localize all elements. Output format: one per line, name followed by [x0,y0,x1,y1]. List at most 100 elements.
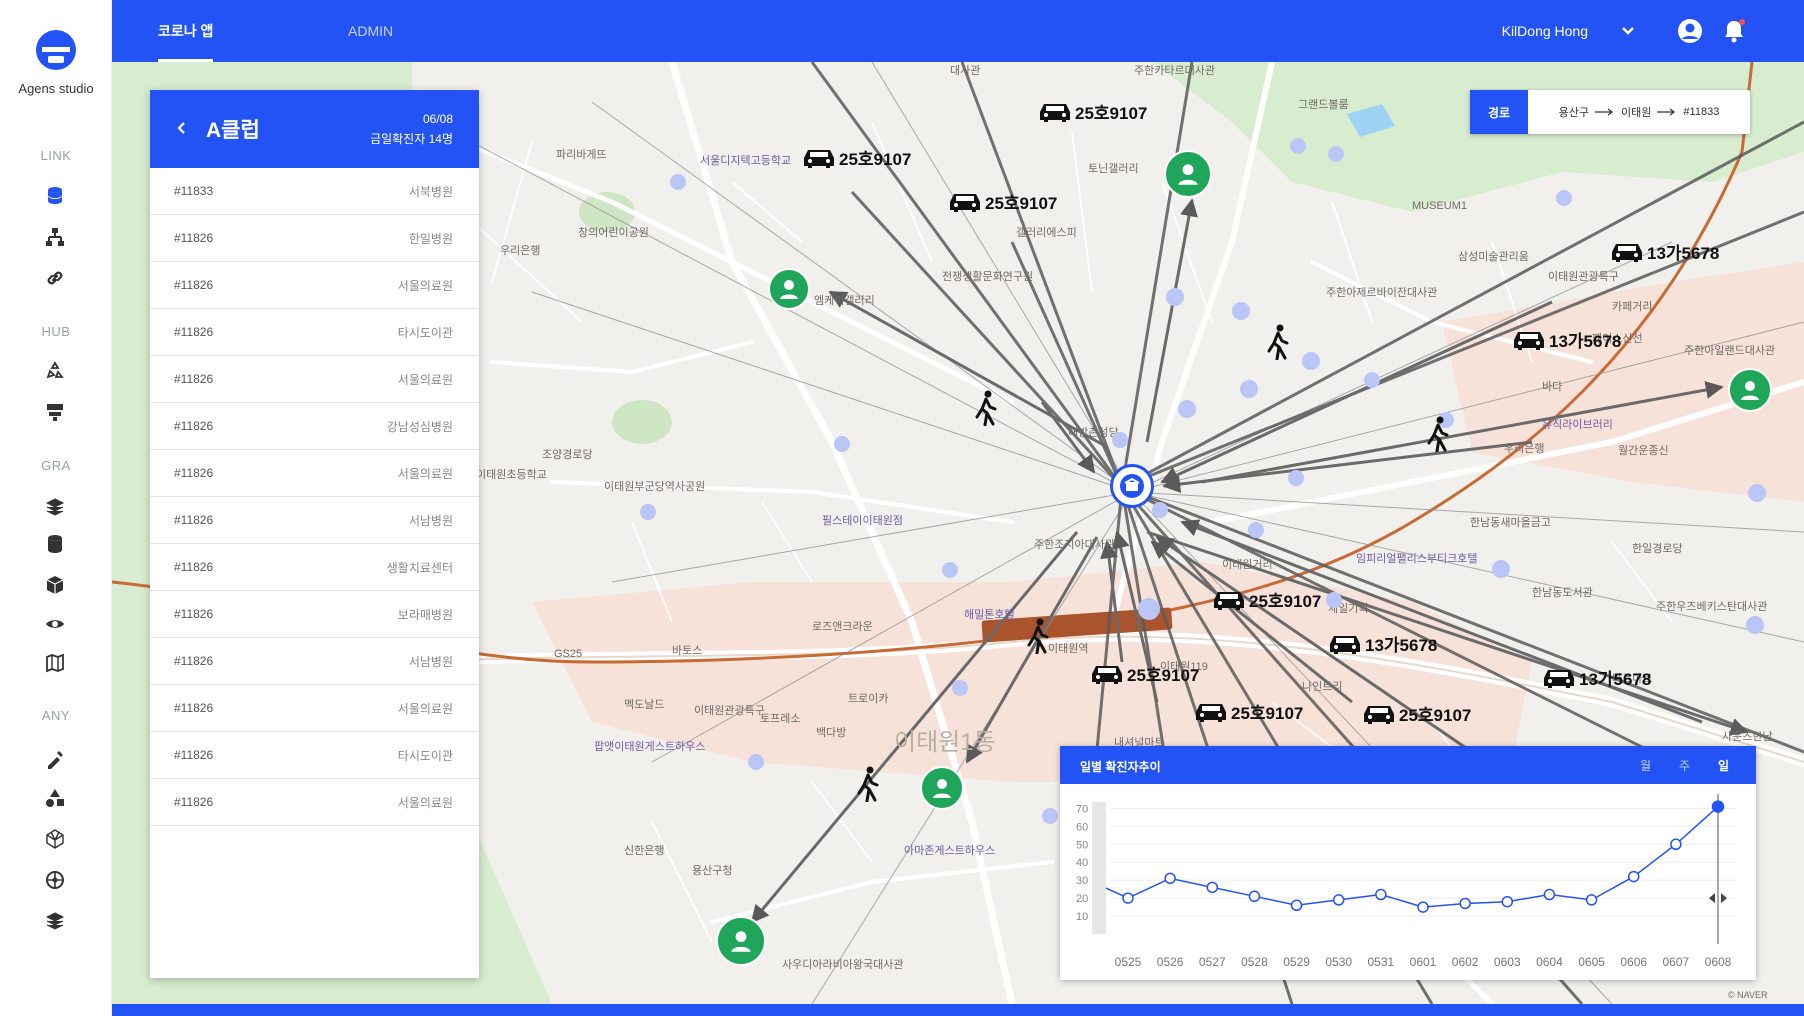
case-list-item[interactable]: #11826 서울의료원 [150,450,479,497]
case-list-item[interactable]: #11826 강남성심병원 [150,403,479,450]
map-node[interactable] [1248,522,1264,538]
map-icon[interactable] [42,650,68,676]
map-node[interactable] [1556,190,1572,206]
hub-club-node[interactable] [1110,464,1154,508]
vehicle-marker[interactable]: 25호9107 [948,188,1057,214]
map-node[interactable] [1240,380,1258,398]
map-node[interactable] [1328,146,1344,162]
stack-icon[interactable] [42,531,68,557]
route-to[interactable]: #11833 [1683,106,1719,118]
case-list-item[interactable]: #11826 타시도이관 [150,309,479,356]
shapes-icon[interactable] [42,785,68,811]
map-node[interactable] [670,174,686,190]
map-node[interactable] [1042,808,1058,824]
walking-person-icon[interactable] [1424,416,1452,452]
map-node[interactable] [1326,592,1342,608]
database-icon[interactable] [42,183,68,209]
user-menu-chevron-down-icon[interactable] [1614,17,1642,45]
hub-board-icon[interactable] [42,399,68,425]
map-node[interactable] [640,504,656,520]
case-list-item[interactable]: #11826 생활치료센터 [150,544,479,591]
map-node[interactable] [1288,470,1304,486]
recycle-icon[interactable] [42,358,68,384]
back-chevron-left-icon[interactable] [170,116,194,140]
map-node[interactable] [1232,302,1250,320]
layers-stack-icon[interactable] [42,908,68,934]
map-node[interactable] [1492,560,1510,578]
map-node[interactable] [1166,288,1184,306]
vehicle-marker[interactable]: 13가5678 [1328,630,1437,656]
map-node[interactable] [748,754,764,770]
vehicle-marker[interactable]: 13가5678 [1512,326,1621,352]
walking-person-icon[interactable] [854,766,882,802]
link-icon[interactable] [42,265,68,291]
app-logo[interactable]: Agens studio [0,28,112,96]
vehicle-marker[interactable]: 25호9107 [802,144,911,170]
eye-icon[interactable] [42,611,68,637]
tab-admin[interactable]: ADMIN [348,0,393,62]
map-node[interactable] [1178,400,1196,418]
period-month-tab[interactable]: 월 [1640,757,1651,774]
case-id: #11826 [174,325,214,339]
case-list-item[interactable]: #11826 서남병원 [150,497,479,544]
person-node[interactable] [768,268,810,310]
layers-icon[interactable] [42,494,68,520]
vehicle-marker[interactable]: 13가5678 [1610,238,1719,264]
tab-corona-app[interactable]: 코로나 앱 [158,0,214,62]
case-list-item[interactable]: #11826 서남병원 [150,638,479,685]
map-label: 해방촌성당 [1068,427,1119,439]
vehicle-marker[interactable]: 25호9107 [1090,660,1199,686]
case-list-item[interactable]: #11833 서북병원 [150,168,479,215]
vehicle-marker[interactable]: 25호9107 [1038,98,1147,124]
case-hospital: 서울의료원 [397,278,453,293]
x-tick-label: 0608 [1705,955,1732,969]
map-node[interactable] [1302,352,1320,370]
person-node[interactable] [1164,150,1212,198]
x-tick-label: 0603 [1494,955,1521,969]
map-node[interactable] [1112,432,1128,448]
map-node[interactable] [1290,138,1306,154]
vehicle-marker[interactable]: 25호9107 [1194,698,1303,724]
map-label: 이태원거리 [1222,559,1273,571]
period-week-tab[interactable]: 주 [1679,757,1690,774]
walking-person-icon[interactable] [1264,324,1292,360]
user-name[interactable]: KilDong Hong [1502,0,1588,62]
map-node[interactable] [1152,502,1168,518]
person-node[interactable] [920,766,964,810]
case-list-item[interactable]: #11826 한일병원 [150,215,479,262]
map-label: 로즈앤크라운 [812,621,873,633]
person-node[interactable] [1728,368,1772,412]
map-node[interactable] [834,436,850,452]
vehicle-marker[interactable]: 25호9107 [1212,586,1321,612]
wheel-icon[interactable] [42,867,68,893]
map-node[interactable] [942,562,958,578]
vehicle-marker[interactable]: 13가5678 [1542,664,1651,690]
case-list-item[interactable]: #11826 서울의료원 [150,356,479,403]
vehicle-marker[interactable]: 25호9107 [1362,700,1471,726]
case-list-item[interactable]: #11826 서울의료원 [150,779,479,826]
period-day-tab[interactable]: 일 [1718,757,1729,774]
case-list-item[interactable]: #11826 서울의료원 [150,685,479,732]
network-icon[interactable] [42,224,68,250]
map-node[interactable] [952,680,968,696]
walking-person-icon[interactable] [972,390,1000,426]
vehicle-label: 25호9107 [1231,703,1304,723]
cube-icon[interactable] [42,572,68,598]
route-from[interactable]: 용산구 [1559,104,1589,120]
map-node[interactable] [1138,598,1160,620]
polyhedron-icon[interactable] [42,826,68,852]
user-avatar-icon[interactable] [1676,17,1704,45]
map-node[interactable] [1748,484,1766,502]
route-mid[interactable]: 이태원 [1621,104,1651,120]
case-list-item[interactable]: #11826 타시도이관 [150,732,479,779]
person-node[interactable] [716,916,766,966]
route-breadcrumb[interactable]: 경로 용산구 이태원 #11833 [1470,90,1750,134]
case-list-item[interactable]: #11826 보라매병원 [150,591,479,638]
walking-person-icon[interactable] [1024,618,1052,654]
eyedropper-icon[interactable] [42,746,68,772]
map-node[interactable] [1364,372,1380,388]
case-list-item[interactable]: #11826 서울의료원 [150,262,479,309]
map-node[interactable] [1746,616,1764,634]
data-point [1375,888,1387,901]
notification-bell-icon[interactable] [1720,17,1748,45]
